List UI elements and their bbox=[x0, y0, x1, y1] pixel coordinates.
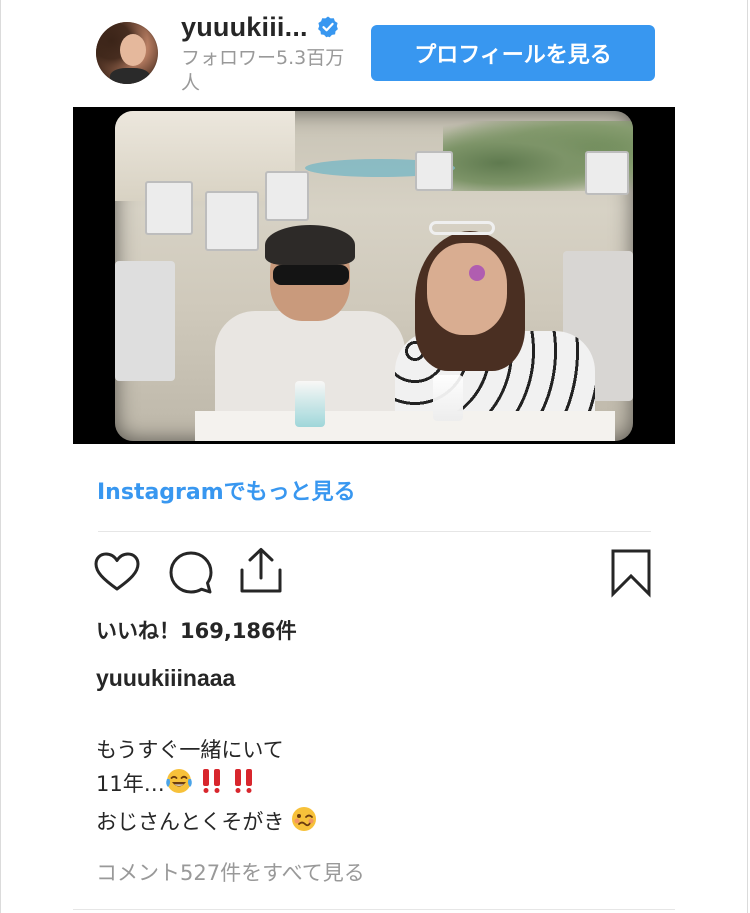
woozy-face-emoji-icon bbox=[290, 805, 318, 843]
username[interactable]: yuuukiii... bbox=[181, 12, 308, 43]
laughing-tears-emoji-icon bbox=[165, 767, 193, 805]
verified-badge-icon bbox=[316, 15, 340, 39]
caption-username[interactable]: yuuukiiinaaa bbox=[96, 665, 235, 692]
view-profile-button[interactable]: プロフィールを見る bbox=[371, 25, 655, 81]
caption-text: 11年… bbox=[96, 772, 165, 796]
share-icon[interactable] bbox=[237, 546, 285, 600]
caption-line: 11年… bbox=[96, 767, 318, 805]
post-caption: もうすぐ一緒にいて 11年… おじさんとくそがき bbox=[96, 734, 318, 843]
heart-icon[interactable] bbox=[93, 549, 141, 601]
username-row: yuuukiii... bbox=[181, 10, 340, 44]
caption-line: おじさんとくそがき bbox=[96, 805, 318, 843]
photo-content bbox=[115, 111, 633, 441]
view-more-on-instagram-link[interactable]: Instagramでもっと見る bbox=[97, 474, 356, 506]
like-count[interactable]: いいね！169,186件 bbox=[96, 615, 297, 645]
caption-text: おじさんとくそがき bbox=[96, 810, 285, 834]
double-exclamation-icon bbox=[199, 767, 227, 805]
profile-avatar[interactable] bbox=[96, 22, 158, 84]
comment-bubble-icon[interactable] bbox=[167, 549, 215, 601]
divider bbox=[73, 909, 675, 910]
double-exclamation-icon bbox=[231, 767, 259, 805]
post-header: yuuukiii... フォロワー5.3百万人 プロフィールを見る bbox=[1, 0, 749, 100]
bookmark-icon[interactable] bbox=[609, 548, 653, 602]
divider bbox=[98, 531, 651, 532]
follower-count: フォロワー5.3百万人 bbox=[181, 47, 345, 94]
post-photo[interactable] bbox=[73, 107, 675, 444]
view-all-comments-link[interactable]: コメント527件をすべて見る bbox=[96, 857, 365, 887]
caption-line: もうすぐ一緒にいて bbox=[96, 738, 284, 762]
instagram-embed-card: yuuukiii... フォロワー5.3百万人 プロフィールを見る Instag… bbox=[0, 0, 748, 913]
